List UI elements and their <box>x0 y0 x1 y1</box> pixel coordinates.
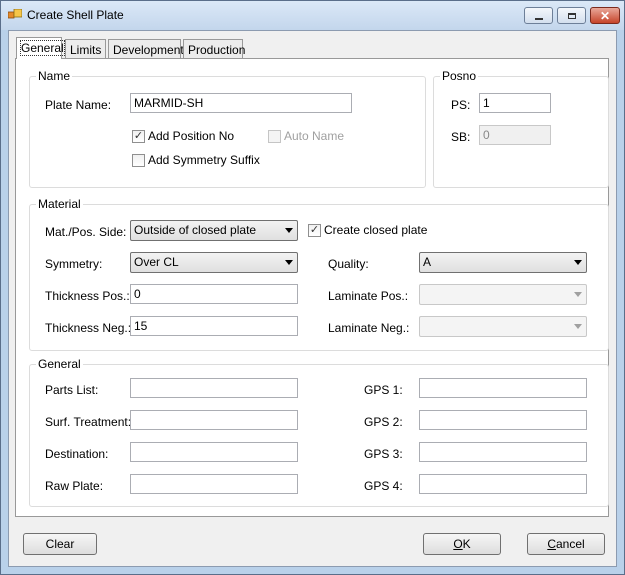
plate-name-label: Plate Name: <box>45 98 112 112</box>
laminate-neg-label: Laminate Neg.: <box>328 321 410 335</box>
general-group-title: General <box>36 357 83 371</box>
laminate-neg-select[interactable] <box>419 316 587 337</box>
auto-name-checkbox[interactable] <box>268 130 281 143</box>
dialog-window: Create Shell Plate ✕ General Limits Deve… <box>0 0 625 575</box>
window-title: Create Shell Plate <box>27 8 124 22</box>
ps-input[interactable]: 1 <box>479 93 551 113</box>
general-tab-panel: Name Plate Name: MARMID-SH ✓ Add Positio… <box>15 58 609 517</box>
dropdown-arrow-icon <box>285 228 293 233</box>
dropdown-arrow-icon <box>574 292 582 297</box>
parts-list-label: Parts List: <box>45 383 99 397</box>
app-icon <box>8 9 22 19</box>
auto-name-label[interactable]: Auto Name <box>284 129 344 143</box>
posno-group: Posno PS: 1 SB: 0 <box>433 69 609 188</box>
tab-limits[interactable]: Limits <box>65 39 106 59</box>
surf-treatment-label: Surf. Treatment: <box>45 415 132 429</box>
name-group: Name Plate Name: MARMID-SH ✓ Add Positio… <box>29 69 426 188</box>
surf-treatment-input[interactable] <box>130 410 298 430</box>
check-icon: ✓ <box>133 130 144 142</box>
gps2-input[interactable] <box>419 410 587 430</box>
quality-select[interactable]: A <box>419 252 587 273</box>
material-group: Material Mat./Pos. Side: Outside of clos… <box>29 197 609 351</box>
laminate-pos-label: Laminate Pos.: <box>328 289 409 303</box>
material-group-title: Material <box>36 197 83 211</box>
title-bar[interactable]: Create Shell Plate ✕ <box>1 1 624 30</box>
close-button[interactable]: ✕ <box>590 7 620 24</box>
quality-label: Quality: <box>328 257 369 271</box>
raw-plate-input[interactable] <box>130 474 298 494</box>
plate-name-input[interactable]: MARMID-SH <box>130 93 352 113</box>
gps2-label: GPS 2: <box>364 415 403 429</box>
gps1-input[interactable] <box>419 378 587 398</box>
destination-input[interactable] <box>130 442 298 462</box>
destination-label: Destination: <box>45 447 109 461</box>
dialog-client-area: General Limits Development Production Na… <box>8 30 617 567</box>
general-group: General Parts List: GPS 1: Surf. Treatme… <box>29 357 609 507</box>
check-icon: ✓ <box>309 224 320 236</box>
raw-plate-label: Raw Plate: <box>45 479 104 493</box>
dropdown-arrow-icon <box>285 260 293 265</box>
ok-button[interactable]: OK <box>423 533 501 555</box>
thickness-pos-label: Thickness Pos.: <box>45 289 130 303</box>
add-position-no-checkbox[interactable]: ✓ <box>132 130 145 143</box>
ps-label: PS: <box>451 98 471 112</box>
gps3-label: GPS 3: <box>364 447 403 461</box>
add-symmetry-suffix-checkbox[interactable] <box>132 154 145 167</box>
dropdown-arrow-icon <box>574 260 582 265</box>
posno-group-title: Posno <box>440 69 479 83</box>
minimize-button[interactable] <box>524 7 553 24</box>
gps4-input[interactable] <box>419 474 587 494</box>
thickness-neg-input[interactable]: 15 <box>130 316 298 336</box>
mat-pos-side-select[interactable]: Outside of closed plate <box>130 220 298 241</box>
create-closed-plate-checkbox[interactable]: ✓ <box>308 224 321 237</box>
add-position-no-label[interactable]: Add Position No <box>148 129 234 143</box>
name-group-title: Name <box>36 69 73 83</box>
gps4-label: GPS 4: <box>364 479 403 493</box>
gps3-input[interactable] <box>419 442 587 462</box>
sb-input[interactable]: 0 <box>479 125 551 145</box>
laminate-pos-select[interactable] <box>419 284 587 305</box>
symmetry-select[interactable]: Over CL <box>130 252 298 273</box>
parts-list-input[interactable] <box>130 378 298 398</box>
create-closed-plate-label[interactable]: Create closed plate <box>324 223 427 237</box>
tab-development[interactable]: Development <box>108 39 184 59</box>
minimize-icon <box>534 17 543 20</box>
maximize-icon <box>567 12 576 19</box>
tab-production[interactable]: Production <box>183 39 245 59</box>
tab-general[interactable]: General <box>16 37 65 59</box>
gps1-label: GPS 1: <box>364 383 403 397</box>
mat-pos-side-label: Mat./Pos. Side: <box>45 225 127 239</box>
cancel-button[interactable]: Cancel <box>527 533 605 555</box>
close-icon: ✕ <box>599 8 611 23</box>
maximize-button[interactable] <box>557 7 586 24</box>
thickness-neg-label: Thickness Neg.: <box>45 321 132 335</box>
sb-label: SB: <box>451 130 471 144</box>
symmetry-label: Symmetry: <box>45 257 103 271</box>
add-symmetry-suffix-label[interactable]: Add Symmetry Suffix <box>148 153 260 167</box>
dropdown-arrow-icon <box>574 324 582 329</box>
thickness-pos-input[interactable]: 0 <box>130 284 298 304</box>
clear-button[interactable]: Clear <box>23 533 97 555</box>
